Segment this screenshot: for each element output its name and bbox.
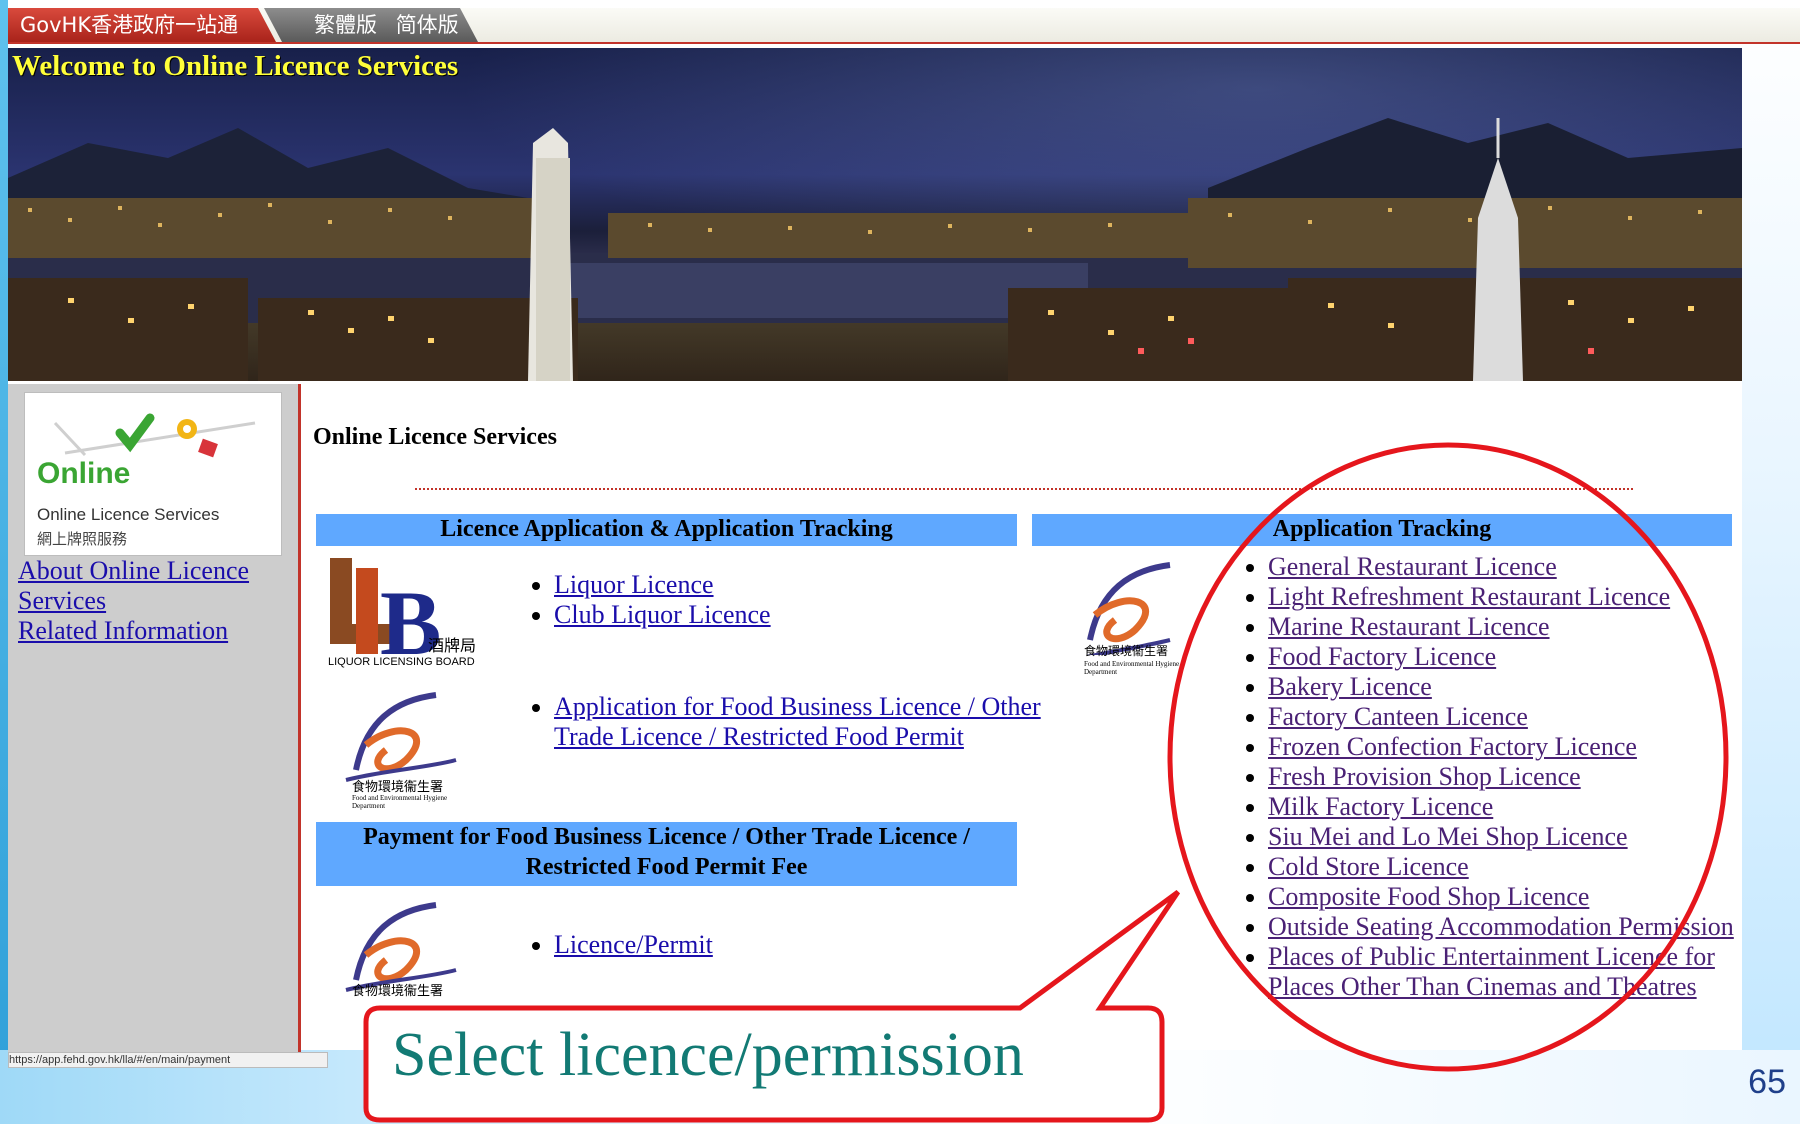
tracking-fresh-provision-link[interactable]: Fresh Provision Shop Licence	[1268, 762, 1581, 791]
liquor-licence-list: Liquor Licence Club Liquor Licence	[526, 570, 771, 630]
tracking-factory-canteen-link[interactable]: Factory Canteen Licence	[1268, 702, 1528, 731]
language-switcher: 繁體版 简体版	[264, 8, 478, 42]
tracking-composite-food-link[interactable]: Composite Food Shop Licence	[1268, 882, 1589, 911]
logo-subtitle-en: Online Licence Services	[37, 505, 220, 524]
application-tracking-list: General Restaurant Licence Light Refresh…	[1240, 552, 1778, 1002]
tracking-section-header: Application Tracking	[1032, 514, 1732, 546]
tracking-general-restaurant-link[interactable]: General Restaurant Licence	[1268, 552, 1557, 581]
callout-text: Select licence/permission	[392, 1021, 1024, 1089]
lang-traditional-link[interactable]: 繁體版	[314, 13, 377, 37]
list-item: Frozen Confection Factory Licence	[1268, 732, 1778, 762]
liquor-logo-zh: 酒牌局	[428, 636, 477, 655]
tracking-outside-seating-link[interactable]: Outside Seating Accommodation Permission	[1268, 912, 1734, 941]
list-item: Places of Public Entertainment Licence f…	[1268, 942, 1778, 1002]
list-item: Licence/Permit	[554, 930, 713, 960]
application-section-header: Licence Application & Application Tracki…	[316, 514, 1017, 546]
online-licence-logo: Online Online Licence Services 網上牌照服務	[24, 392, 282, 556]
list-item: Application for Food Business Licence / …	[554, 692, 1054, 752]
city-banner-image: Welcome to Online Licence Services	[8, 48, 1742, 381]
list-item: Fresh Provision Shop Licence	[1268, 762, 1778, 792]
status-bar-url: https://app.fehd.gov.hk/lla/#/en/main/pa…	[8, 1052, 328, 1068]
govhk-link[interactable]: GovHK香港政府一站通	[8, 8, 276, 42]
list-item: Bakery Licence	[1268, 672, 1778, 702]
tracking-frozen-confection-link[interactable]: Frozen Confection Factory Licence	[1268, 732, 1637, 761]
logo-subtitle-zh: 網上牌照服務	[37, 530, 128, 548]
liquor-licence-link[interactable]: Liquor Licence	[554, 570, 714, 599]
list-item: Club Liquor Licence	[554, 600, 771, 630]
slide-page-number: 65	[1748, 1063, 1786, 1101]
liquor-licensing-board-logo: B 酒牌局 LIQUOR LICENSING BOARD	[328, 554, 478, 674]
payment-section-header: Payment for Food Business Licence / Othe…	[316, 822, 1017, 886]
licence-permit-payment-link[interactable]: Licence/Permit	[554, 930, 713, 959]
fehd-logo-en: Food and Environmental Hygiene Departmen…	[1084, 660, 1180, 676]
sidebar-links: About Online Licence Services Related In…	[18, 556, 288, 646]
fehd-logo-tracking: 食物環境衞生署 Food and Environmental Hygiene D…	[1039, 560, 1180, 685]
checkmark-gear-icon	[53, 413, 256, 458]
dotted-divider	[415, 488, 1633, 490]
tracking-public-entertainment-link[interactable]: Places of Public Entertainment Licence f…	[1268, 942, 1715, 1001]
tracking-milk-factory-link[interactable]: Milk Factory Licence	[1268, 792, 1493, 821]
liquor-logo-en: LIQUOR LICENSING BOARD	[328, 656, 475, 668]
fehd-logo-zh: 食物環境衞生署	[352, 780, 444, 795]
fehd-logo: 食物環境衞生署 Food and Environmental Hygiene D…	[326, 690, 466, 815]
fehd-logo-payment: 食物環境衞生署	[326, 900, 466, 1025]
fehd-logo-zh: 食物環境衞生署	[1084, 644, 1169, 658]
tracking-marine-restaurant-link[interactable]: Marine Restaurant Licence	[1268, 612, 1550, 641]
lang-simplified-link[interactable]: 简体版	[396, 13, 459, 37]
club-liquor-licence-link[interactable]: Club Liquor Licence	[554, 600, 771, 629]
about-online-licence-link[interactable]: About Online Licence Services	[18, 556, 288, 616]
banner-title: Welcome to Online Licence Services	[12, 50, 459, 82]
list-item: Light Refreshment Restaurant Licence	[1268, 582, 1778, 612]
fehd-logo-zh: 食物環境衞生署	[352, 984, 444, 999]
fehd-logo-en: Food and Environmental Hygiene Departmen…	[352, 794, 448, 810]
left-sidebar: Online Online Licence Services 網上牌照服務 Ab…	[8, 384, 301, 1064]
logo-title: Online	[37, 457, 131, 490]
payment-list: Licence/Permit	[526, 930, 713, 960]
govhk-bar: GovHK香港政府一站通 繁體版 简体版	[8, 8, 1800, 44]
food-licence-list: Application for Food Business Licence / …	[526, 692, 1054, 752]
list-item: Siu Mei and Lo Mei Shop Licence	[1268, 822, 1778, 852]
list-item: Factory Canteen Licence	[1268, 702, 1778, 732]
city-skyline-graphic	[8, 118, 1742, 381]
related-information-link[interactable]: Related Information	[18, 616, 288, 646]
list-item: Milk Factory Licence	[1268, 792, 1778, 822]
tracking-cold-store-link[interactable]: Cold Store Licence	[1268, 852, 1469, 881]
list-item: General Restaurant Licence	[1268, 552, 1778, 582]
slide-left-edge	[0, 0, 8, 1124]
list-item: Cold Store Licence	[1268, 852, 1778, 882]
tracking-light-refreshment-link[interactable]: Light Refreshment Restaurant Licence	[1268, 582, 1670, 611]
tracking-food-factory-link[interactable]: Food Factory Licence	[1268, 642, 1496, 671]
tracking-siu-mei-link[interactable]: Siu Mei and Lo Mei Shop Licence	[1268, 822, 1628, 851]
list-item: Outside Seating Accommodation Permission	[1268, 912, 1778, 942]
list-item: Liquor Licence	[554, 570, 771, 600]
list-item: Composite Food Shop Licence	[1268, 882, 1778, 912]
list-item: Marine Restaurant Licence	[1268, 612, 1778, 642]
list-item: Food Factory Licence	[1268, 642, 1778, 672]
tracking-bakery-link[interactable]: Bakery Licence	[1268, 672, 1432, 701]
page-title: Online Licence Services	[313, 424, 557, 450]
food-business-application-link[interactable]: Application for Food Business Licence / …	[554, 692, 1041, 751]
